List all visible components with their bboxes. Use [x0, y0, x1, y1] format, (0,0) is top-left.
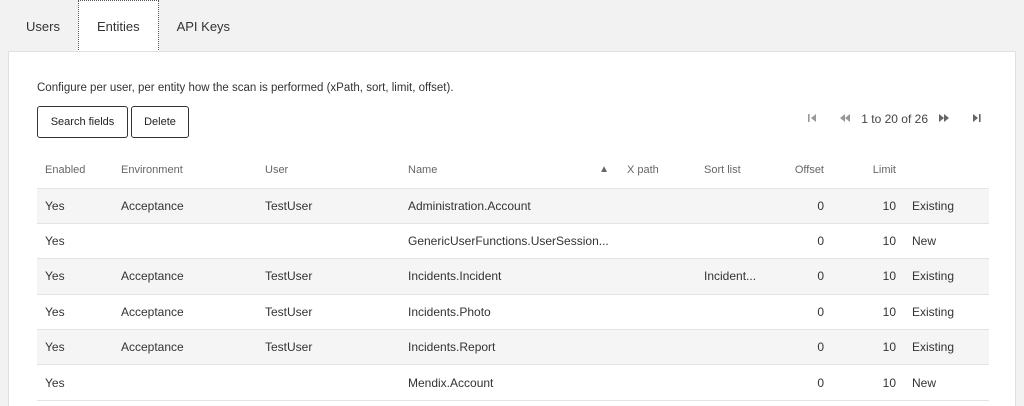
cell-name: Incidents.Report — [400, 329, 619, 366]
cell-offset: 0 — [776, 258, 832, 295]
column-header-name[interactable]: Name ▲ — [400, 152, 619, 189]
cell-sort-list — [696, 188, 776, 224]
cell-limit: 10 — [832, 364, 904, 401]
cell-user: TestUser — [257, 329, 400, 366]
cell-status: Existing — [904, 294, 989, 331]
search-fields-button[interactable]: Search fields — [37, 106, 128, 138]
entities-panel: Configure per user, per entity how the s… — [8, 51, 1016, 406]
cell-status: Existing — [904, 329, 989, 366]
column-header-xpath[interactable]: X path — [619, 152, 696, 189]
column-header-limit[interactable]: Limit — [832, 152, 904, 189]
sort-ascending-icon: ▲ — [599, 163, 609, 175]
table-row[interactable]: Yes Acceptance TestUser Incidents.Photo … — [37, 294, 989, 331]
cell-offset: 0 — [776, 188, 832, 224]
tab-entities[interactable]: Entities — [77, 0, 159, 52]
pagination: 1 to 20 of 26 — [804, 110, 985, 128]
cell-xpath — [619, 329, 696, 366]
cell-enabled: Yes — [37, 329, 113, 366]
cell-user — [257, 364, 400, 401]
cell-sort-list — [696, 329, 776, 366]
cell-sort-list — [696, 294, 776, 331]
cell-name: Administration.Account — [400, 188, 619, 224]
cell-environment: Acceptance — [113, 258, 257, 295]
cell-user: TestUser — [257, 188, 400, 224]
cell-limit: 10 — [832, 223, 904, 260]
cell-status: Existing — [904, 258, 989, 295]
table-row[interactable]: Yes Mendix.Account 0 10 New — [37, 364, 989, 401]
cell-offset: 0 — [776, 364, 832, 401]
cell-status: New — [904, 223, 989, 260]
cell-limit: 10 — [832, 258, 904, 295]
tab-api-keys[interactable]: API Keys — [159, 0, 248, 52]
column-header-name-label: Name — [408, 163, 438, 176]
table-row[interactable]: Yes GenericUserFunctions.UserSession... … — [37, 223, 989, 260]
table-header-row: Enabled Environment User Name ▲ X path S… — [37, 152, 989, 189]
cell-user: TestUser — [257, 294, 400, 331]
cell-limit: 10 — [832, 329, 904, 366]
cell-xpath — [619, 364, 696, 401]
entities-table: Enabled Environment User Name ▲ X path S… — [37, 152, 989, 401]
previous-page-icon[interactable] — [835, 113, 855, 126]
table-row[interactable]: Yes Acceptance TestUser Incidents.Report… — [37, 329, 989, 366]
cell-limit: 10 — [832, 188, 904, 224]
cell-enabled: Yes — [37, 223, 113, 260]
column-header-user[interactable]: User — [257, 152, 400, 189]
cell-user — [257, 223, 400, 260]
panel-description: Configure per user, per entity how the s… — [37, 82, 454, 94]
cell-status: Existing — [904, 188, 989, 224]
cell-status: New — [904, 364, 989, 401]
cell-xpath — [619, 294, 696, 331]
column-header-sort-list[interactable]: Sort list — [696, 152, 776, 189]
cell-limit: 10 — [832, 294, 904, 331]
cell-name: Mendix.Account — [400, 364, 619, 401]
cell-offset: 0 — [776, 329, 832, 366]
cell-enabled: Yes — [37, 258, 113, 295]
cell-name: GenericUserFunctions.UserSession... — [400, 223, 619, 260]
cell-environment: Acceptance — [113, 294, 257, 331]
cell-enabled: Yes — [37, 188, 113, 224]
delete-button[interactable]: Delete — [131, 106, 189, 138]
column-header-offset[interactable]: Offset — [776, 152, 832, 189]
tab-users[interactable]: Users — [8, 0, 78, 52]
table-row[interactable]: Yes Acceptance TestUser Incidents.Incide… — [37, 258, 989, 295]
pagination-text: 1 to 20 of 26 — [861, 112, 928, 126]
tab-bar: Users Entities API Keys — [8, 0, 248, 52]
next-page-icon[interactable] — [934, 113, 954, 126]
cell-environment: Acceptance — [113, 188, 257, 224]
cell-xpath — [619, 258, 696, 295]
last-page-icon[interactable] — [968, 113, 985, 126]
cell-sort-list — [696, 364, 776, 401]
column-header-enabled[interactable]: Enabled — [37, 152, 113, 189]
cell-user: TestUser — [257, 258, 400, 295]
cell-xpath — [619, 188, 696, 224]
column-header-environment[interactable]: Environment — [113, 152, 257, 189]
cell-enabled: Yes — [37, 294, 113, 331]
cell-offset: 0 — [776, 294, 832, 331]
cell-environment — [113, 223, 257, 260]
cell-name: Incidents.Photo — [400, 294, 619, 331]
cell-xpath — [619, 223, 696, 260]
column-header-status[interactable] — [904, 152, 989, 189]
cell-sort-list — [696, 223, 776, 260]
cell-enabled: Yes — [37, 364, 113, 401]
cell-sort-list: Incident... — [696, 258, 776, 295]
cell-name: Incidents.Incident — [400, 258, 619, 295]
first-page-icon[interactable] — [804, 113, 821, 126]
cell-environment — [113, 364, 257, 401]
table-row[interactable]: Yes Acceptance TestUser Administration.A… — [37, 188, 989, 224]
cell-offset: 0 — [776, 223, 832, 260]
cell-environment: Acceptance — [113, 329, 257, 366]
